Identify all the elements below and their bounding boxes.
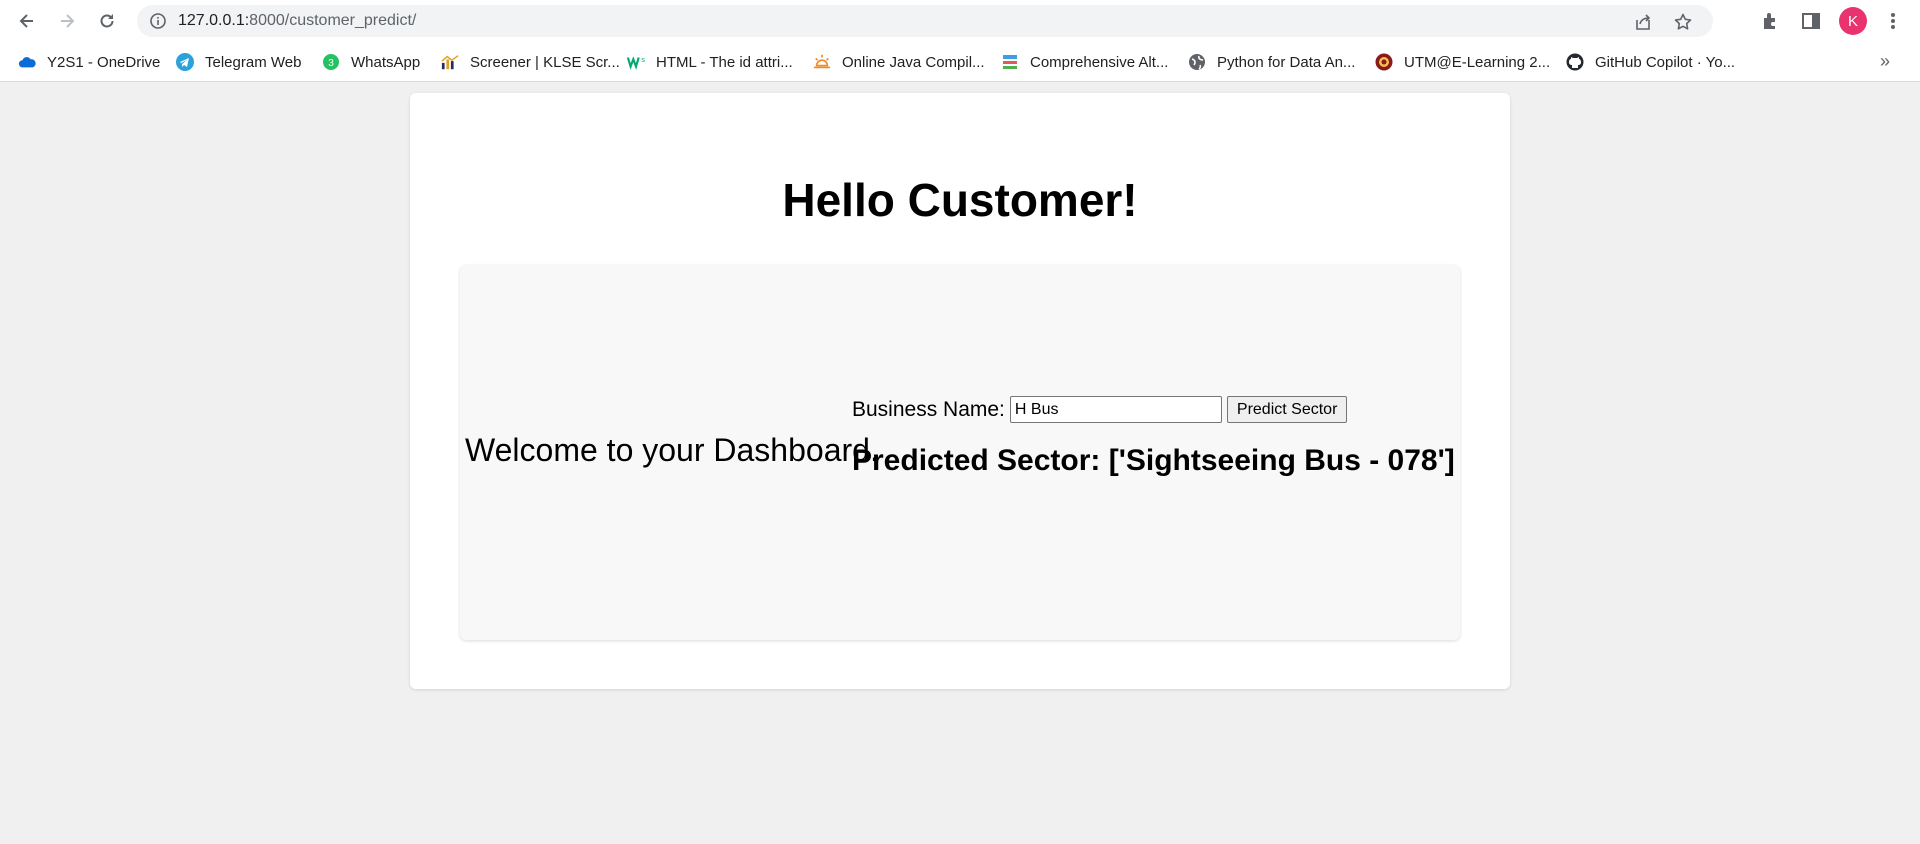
bookmark-screener[interactable]: Screener | KLSE Scr... [441,50,620,74]
info-icon[interactable] [149,12,167,30]
bookmark-label: WhatsApp [351,53,421,71]
bookmark-comprehensive[interactable]: Comprehensive Alt... [1001,50,1168,74]
business-name-label: Business Name: [852,397,1005,421]
predicted-sector-result: Predicted Sector: ['Sightseeing Bus - 07… [852,444,1455,477]
svg-text:3: 3 [328,58,334,69]
bookmarks-bar: Y2S1 - OneDrive Telegram Web 3 WhatsApp … [0,42,1920,82]
share-icon[interactable] [1633,12,1653,32]
bookmark-telegram[interactable]: Telegram Web [176,50,301,74]
business-name-input[interactable] [1009,396,1222,423]
forward-arrow-icon [61,14,75,28]
bookmark-label: Comprehensive Alt... [1030,53,1169,71]
java-compiler-icon [813,53,831,71]
whatsapp-icon: 3 [322,53,340,71]
bookmark-w3schools[interactable]: s HTML - The id attri... [627,50,793,74]
bookmark-label: UTM@E-Learning 2... [1404,53,1551,71]
url-path: 8000/customer_predict/ [249,12,417,29]
page-icon [1001,53,1019,71]
svg-text:s: s [641,55,645,64]
bookmark-label: Screener | KLSE Scr... [470,53,620,71]
screener-icon [441,53,459,71]
predict-form: Business Name: Predict Sector [852,396,1348,423]
address-bar[interactable]: 127.0.0.1:8000/customer_predict/ [137,5,1713,37]
page-title: Hello Customer! [782,174,1138,226]
more-bookmarks-button[interactable]: » [1880,51,1890,72]
bookmark-github-copilot[interactable]: GitHub Copilot · Yo... [1566,50,1735,74]
reload-icon [100,14,114,28]
bookmark-whatsapp[interactable]: 3 WhatsApp [322,50,420,74]
forward-button[interactable] [52,6,82,36]
bookmark-label: Telegram Web [205,53,302,71]
globe-icon [1188,53,1206,71]
browser-toolbar: 127.0.0.1:8000/customer_predict/ K [0,0,1920,42]
profile-avatar[interactable]: K [1839,7,1867,35]
side-panel-icon[interactable] [1800,10,1822,32]
bookmark-label: Python for Data An... [1217,53,1356,71]
bookmark-python-data[interactable]: Python for Data An... [1188,50,1355,74]
utm-icon [1375,53,1393,71]
onedrive-icon [18,53,36,71]
bookmark-label: Online Java Compil... [842,53,985,71]
bookmark-utm-elearning[interactable]: UTM@E-Learning 2... [1375,50,1550,74]
url-host: 127.0.0.1: [178,12,250,29]
predict-sector-button[interactable]: Predict Sector [1226,396,1348,423]
dashboard-panel: Welcome to your Dashboard. Business Name… [460,265,1460,640]
reload-button[interactable] [92,6,122,36]
w3schools-icon: s [627,53,645,71]
welcome-text: Welcome to your Dashboard. [465,432,879,468]
main-card: Hello Customer! Welcome to your Dashboar… [410,93,1510,689]
url-text: 127.0.0.1:8000/customer_predict/ [178,12,416,30]
bookmark-label: Y2S1 - OneDrive [47,53,161,71]
back-arrow-icon [19,14,33,28]
back-button[interactable] [12,6,42,36]
bookmark-java-compiler[interactable]: Online Java Compil... [813,50,985,74]
extensions-icon[interactable] [1760,10,1782,32]
star-icon[interactable] [1673,12,1693,32]
github-icon [1566,53,1584,71]
bookmark-label: HTML - The id attri... [656,53,793,71]
profile-initial: K [1847,12,1858,30]
menu-dots-icon[interactable] [1882,10,1904,32]
bookmark-label: GitHub Copilot · Yo... [1595,53,1736,71]
bookmark-onedrive[interactable]: Y2S1 - OneDrive [18,50,160,74]
telegram-icon [176,53,194,71]
